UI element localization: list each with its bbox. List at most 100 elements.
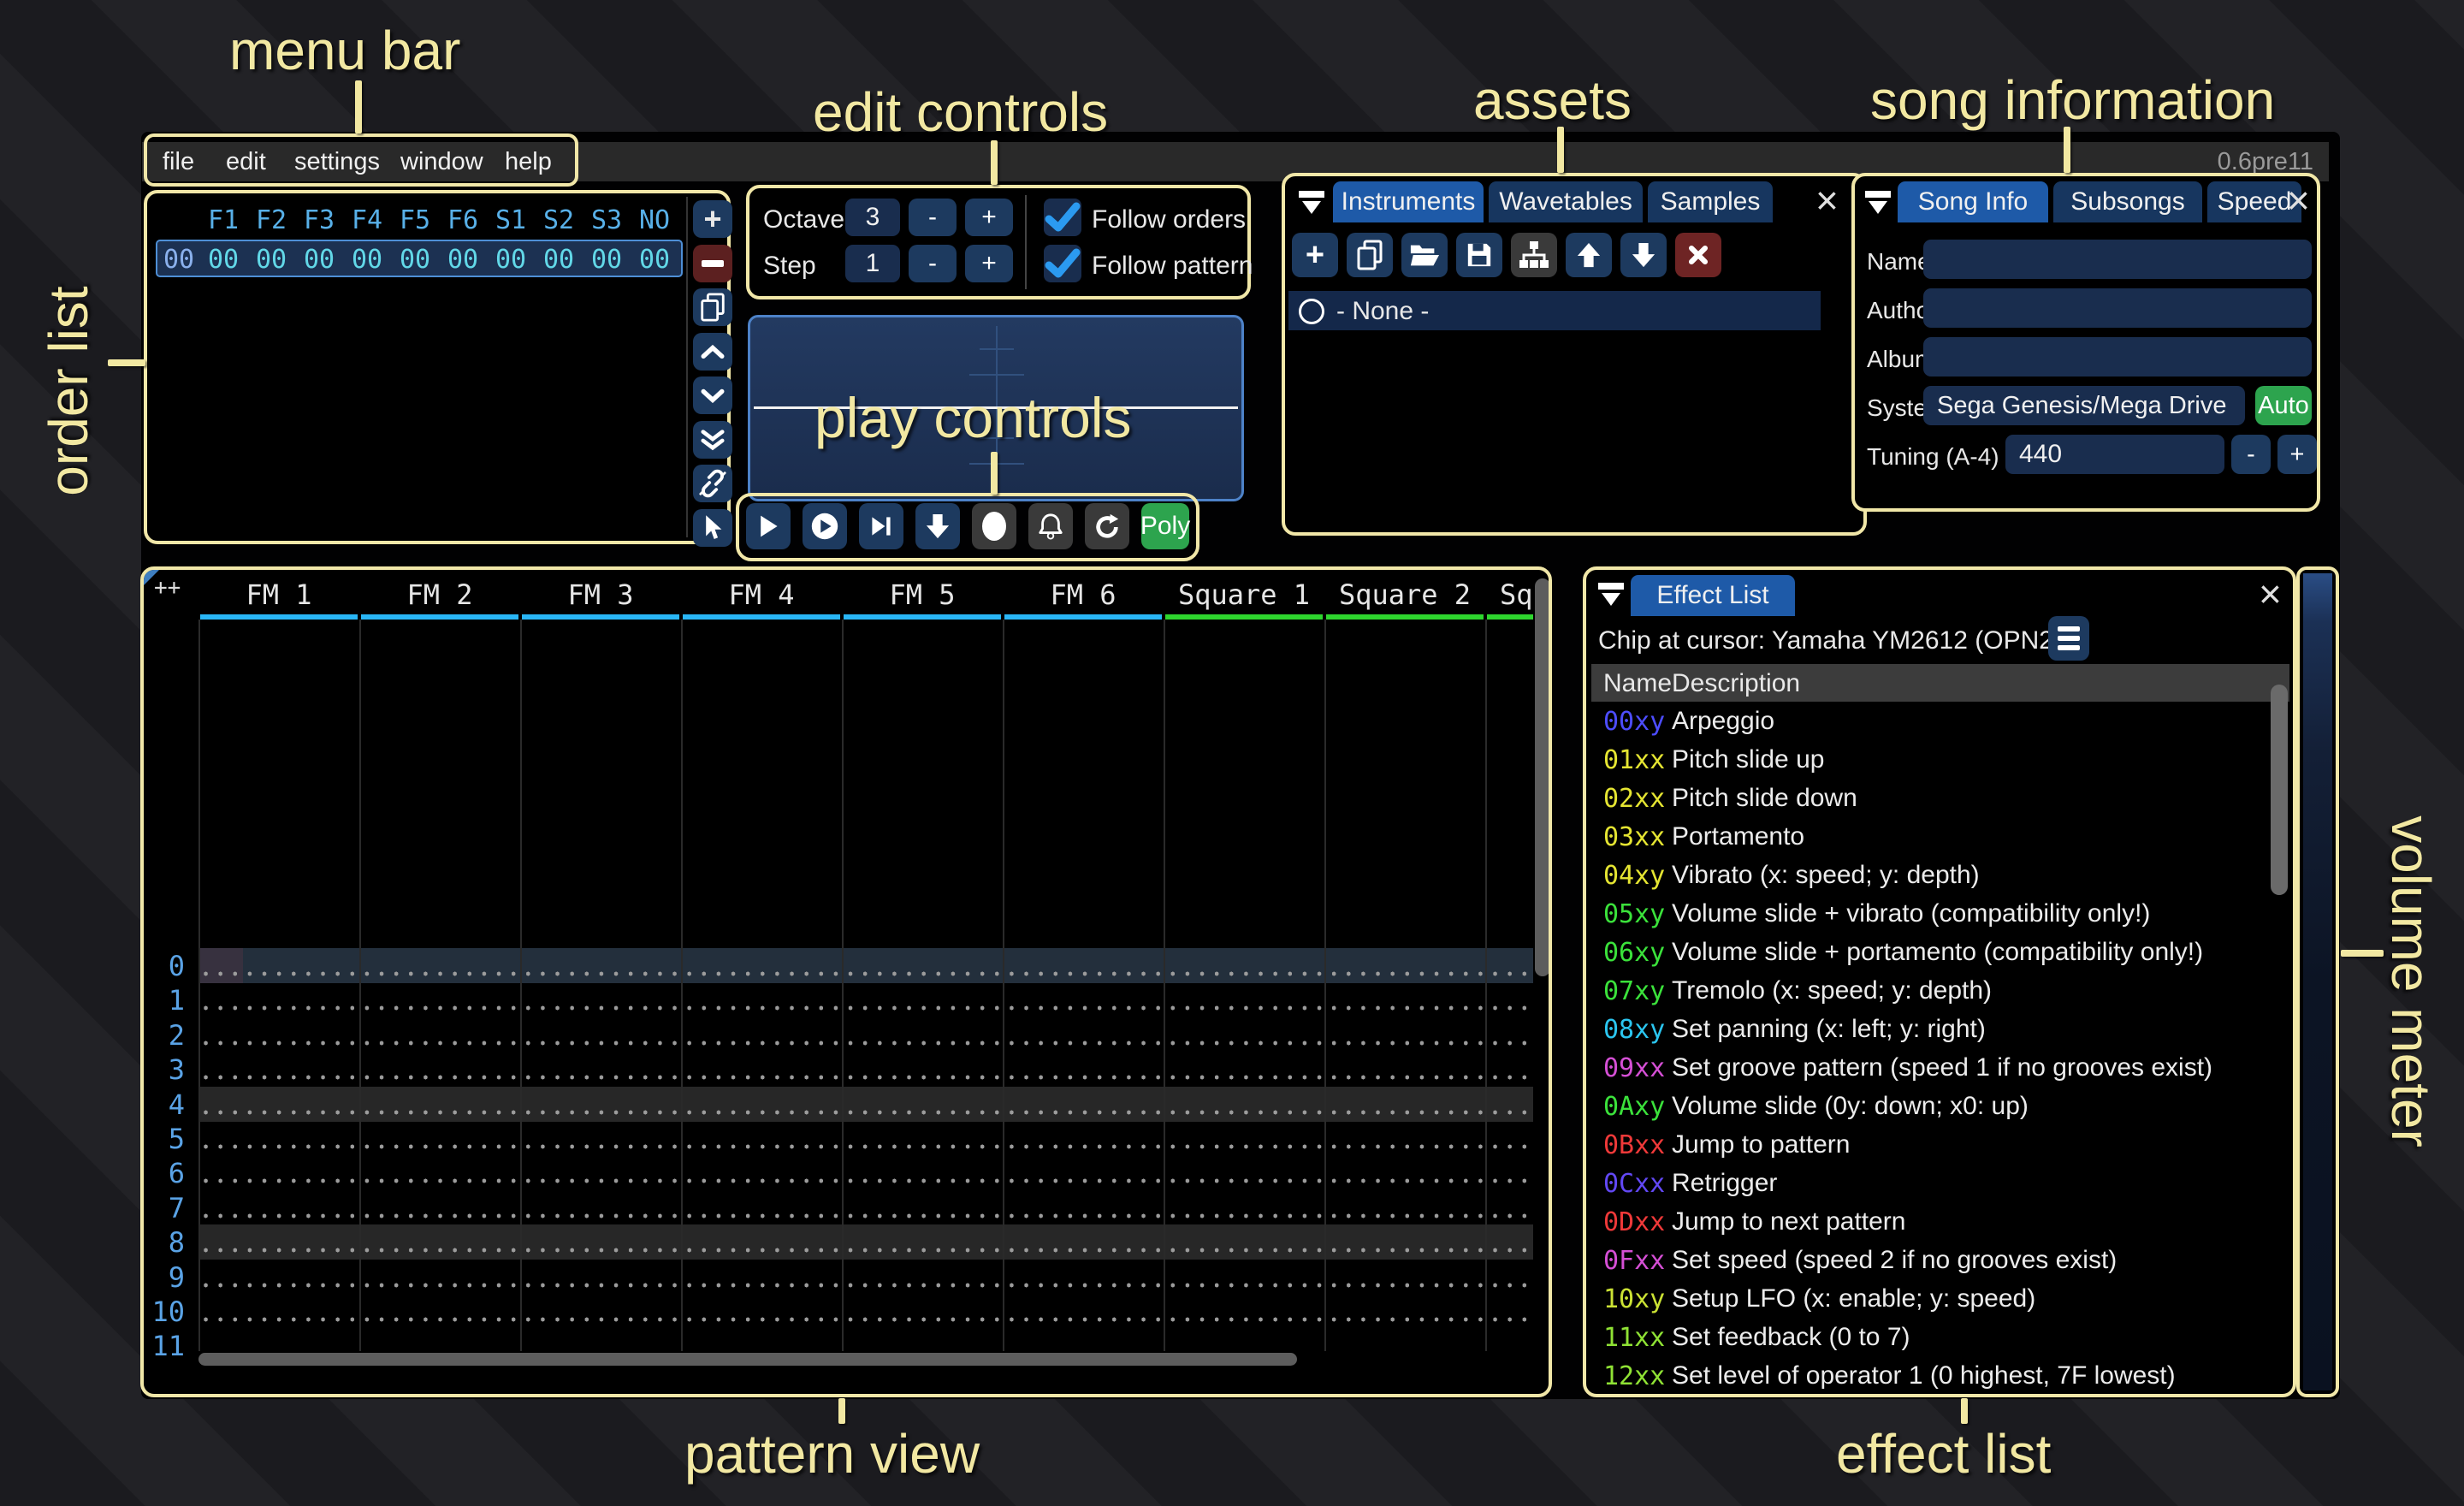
name-field[interactable] — [1923, 240, 2312, 279]
delete-asset-button[interactable] — [1675, 233, 1721, 277]
play-pattern-button[interactable] — [803, 503, 847, 549]
octave-increment-button[interactable]: + — [965, 199, 1013, 236]
open-asset-button[interactable] — [1401, 233, 1448, 277]
album-field[interactable] — [1923, 337, 2312, 376]
effect-row: 10xySetup LFO (x: enable; y: speed) — [1586, 1284, 2288, 1323]
move-asset-up-button[interactable] — [1566, 233, 1612, 277]
order-cell[interactable]: 00 — [491, 245, 530, 275]
duplicate-asset-button[interactable] — [1347, 233, 1393, 277]
move-order-up-button[interactable] — [693, 333, 732, 371]
pattern-row[interactable] — [198, 1294, 1533, 1329]
system-select[interactable]: Sega Genesis/Mega Drive — [1923, 386, 2245, 425]
vertical-scrollbar-thumb[interactable] — [1535, 578, 1550, 976]
close-icon[interactable]: × — [1815, 183, 1839, 217]
pattern-row[interactable] — [198, 1052, 1533, 1087]
move-asset-down-button[interactable] — [1620, 233, 1667, 277]
pattern-row-current[interactable] — [198, 948, 1533, 983]
channel-header[interactable]: FM 6 — [1003, 578, 1164, 611]
channel-header[interactable]: FM 2 — [359, 578, 520, 611]
filter-funnel-icon — [1297, 190, 1326, 216]
save-asset-button[interactable] — [1456, 233, 1502, 277]
order-cell[interactable]: 00 — [252, 245, 291, 275]
tuning-increment-button[interactable]: + — [2277, 435, 2317, 474]
tab-song-info[interactable]: Song Info — [1898, 181, 2048, 222]
effect-code: 03xx — [1603, 822, 1665, 852]
channel-header[interactable]: FM 4 — [681, 578, 842, 611]
channel-header[interactable]: Square 1 — [1164, 578, 1324, 611]
play-from-cursor-button[interactable] — [859, 503, 903, 549]
duplicate-order-button[interactable] — [693, 288, 732, 326]
order-cell[interactable]: 00 — [395, 245, 435, 275]
metronome-button[interactable] — [1028, 503, 1073, 549]
duplicate-order-to-end-button[interactable] — [693, 421, 732, 459]
order-cell[interactable]: 00 — [539, 245, 578, 275]
filter-funnel-icon — [1596, 582, 1626, 608]
pattern-row[interactable] — [198, 1260, 1533, 1295]
close-icon[interactable]: × — [2287, 183, 2310, 217]
octave-value-field[interactable]: 3 — [845, 199, 900, 236]
add-asset-button[interactable]: + — [1292, 233, 1338, 277]
play-icon — [756, 513, 780, 539]
column-separator — [1164, 620, 1165, 1351]
follow-pattern-checkbox[interactable] — [1044, 245, 1081, 282]
step-decrement-button[interactable]: - — [909, 245, 957, 282]
tab-samples[interactable]: Samples — [1648, 181, 1773, 222]
auto-system-button[interactable]: Auto — [2255, 386, 2312, 425]
tab-wavetables[interactable]: Wavetables — [1489, 181, 1643, 222]
effect-list-menu-button[interactable] — [2048, 616, 2089, 661]
toggle-folders-button[interactable] — [1511, 233, 1557, 277]
tab-subsongs[interactable]: Subsongs — [2053, 181, 2202, 222]
step-row-button[interactable] — [915, 503, 960, 549]
octave-decrement-button[interactable]: - — [909, 199, 957, 236]
close-icon[interactable]: × — [2259, 577, 2282, 611]
repeat-pattern-button[interactable] — [1085, 503, 1129, 549]
tab-instruments[interactable]: Instruments — [1333, 181, 1484, 222]
expand-channels-button[interactable]: ++ — [154, 575, 181, 601]
pattern-row[interactable] — [198, 1190, 1533, 1225]
pattern-row-highlight[interactable] — [198, 1087, 1533, 1122]
annotation-effect-list: effect list — [1836, 1422, 2051, 1485]
pattern-row[interactable] — [198, 1121, 1533, 1156]
add-order-button[interactable]: + — [693, 200, 732, 238]
order-cell[interactable]: 00 — [443, 245, 483, 275]
instrument-list-item[interactable]: - None - — [1288, 291, 1821, 330]
effect-description: Volume slide + portamento (compatibility… — [1672, 938, 2203, 967]
stop-button[interactable] — [972, 503, 1016, 549]
effect-table-header[interactable]: Name Description — [1591, 664, 2289, 702]
follow-orders-checkbox[interactable] — [1044, 199, 1081, 236]
order-cell[interactable]: 00 — [204, 245, 243, 275]
step-increment-button[interactable]: + — [965, 245, 1013, 282]
move-order-down-button[interactable] — [693, 376, 732, 414]
remove-order-button[interactable] — [693, 245, 732, 282]
author-field[interactable] — [1923, 288, 2312, 328]
row-number: 0 — [144, 950, 185, 982]
order-cell[interactable]: 00 — [587, 245, 626, 275]
annotation-line — [1557, 127, 1564, 173]
channel-header[interactable]: FM 3 — [520, 578, 681, 611]
horizontal-scrollbar-thumb[interactable] — [198, 1353, 1297, 1366]
order-cell[interactable]: 00 — [347, 245, 387, 275]
play-button[interactable] — [746, 503, 791, 549]
checkmark-icon — [1044, 199, 1081, 236]
arrow-up-icon — [1576, 241, 1602, 269]
step-value-field[interactable]: 1 — [845, 245, 900, 282]
empty-note-dots — [198, 1121, 1533, 1156]
tuning-field[interactable]: 440 — [2005, 435, 2224, 474]
effect-code: 05xy — [1603, 899, 1665, 929]
change-all-orders-button[interactable] — [693, 465, 732, 502]
tuning-decrement-button[interactable]: - — [2231, 435, 2271, 474]
poly-button[interactable]: Poly — [1141, 503, 1189, 549]
channel-header[interactable]: FM 5 — [842, 578, 1003, 611]
vertical-scrollbar-thumb[interactable] — [2271, 685, 2288, 895]
channel-underline — [844, 614, 1001, 620]
order-cell[interactable]: 00 — [635, 245, 674, 275]
channel-header[interactable]: FM 1 — [198, 578, 359, 611]
pattern-row[interactable] — [198, 1155, 1533, 1190]
pattern-row[interactable] — [198, 982, 1533, 1017]
order-cell[interactable]: 00 — [299, 245, 339, 275]
tab-effect-list[interactable]: Effect List — [1631, 575, 1795, 616]
order-edit-mode-button[interactable] — [693, 509, 732, 547]
pattern-row[interactable] — [198, 1017, 1533, 1052]
pattern-row-highlight[interactable] — [198, 1224, 1533, 1260]
channel-header[interactable]: Square 2 — [1324, 578, 1485, 611]
